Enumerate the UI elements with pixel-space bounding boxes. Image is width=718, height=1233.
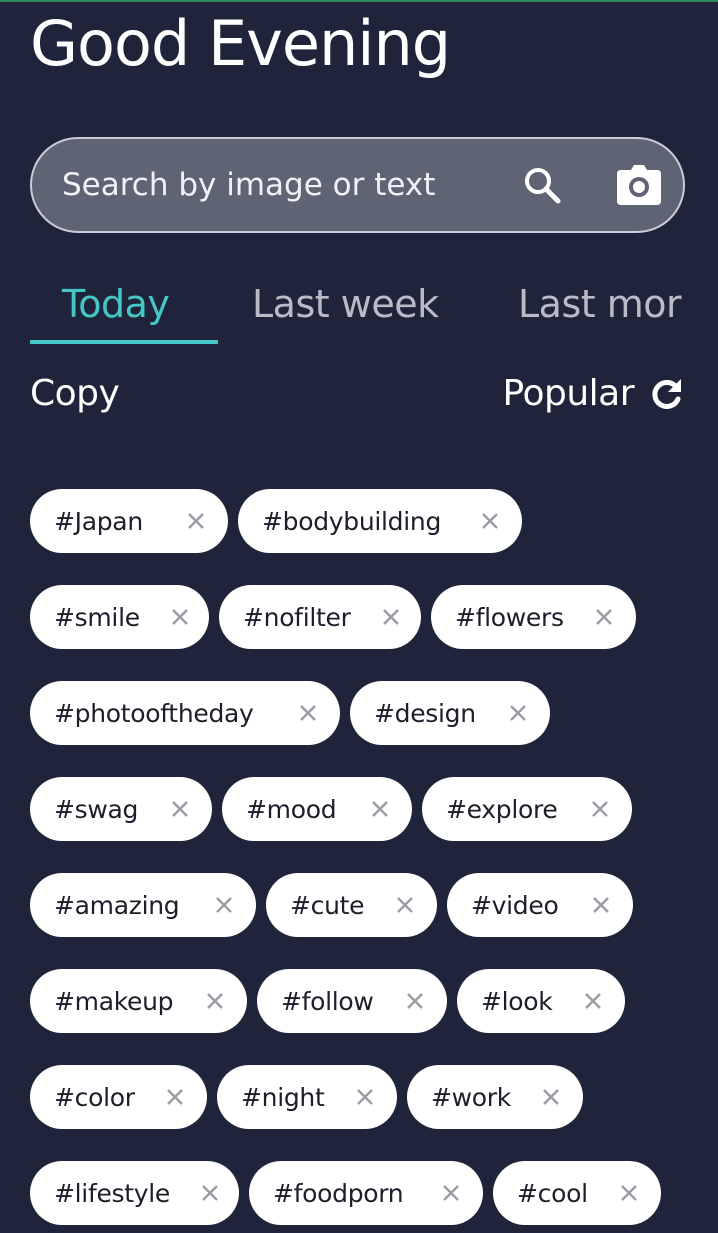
tag-label: #cute [290, 890, 365, 920]
tag-chip[interactable]: #look [457, 969, 625, 1033]
close-icon[interactable] [165, 1087, 185, 1107]
close-icon[interactable] [205, 991, 225, 1011]
tag-label: #design [374, 698, 476, 728]
tag-label: #night [241, 1082, 325, 1112]
tag-chip[interactable]: #design [350, 681, 550, 745]
tag-row: #smile #nofilter #flowers [30, 585, 700, 649]
active-tab-indicator [30, 340, 218, 344]
tag-label: #bodybuilding [262, 506, 442, 536]
tag-chip[interactable]: #cool [493, 1161, 661, 1225]
tag-label: #video [471, 890, 559, 920]
tag-chip[interactable]: #night [217, 1065, 397, 1129]
popular-refresh-button[interactable]: Popular [503, 373, 684, 414]
tag-chip[interactable]: #mood [222, 777, 412, 841]
tab-last-month[interactable]: Last mor [518, 282, 682, 326]
tag-chip[interactable]: #video [447, 873, 633, 937]
tag-chip[interactable]: #bodybuilding [238, 489, 522, 553]
close-icon[interactable] [583, 991, 603, 1011]
close-icon[interactable] [214, 895, 234, 915]
tab-last-week[interactable]: Last week [252, 282, 439, 326]
tag-row: #photooftheday #design [30, 681, 700, 745]
close-icon[interactable] [541, 1087, 561, 1107]
search-icon[interactable] [522, 165, 562, 205]
tag-label: #follow [281, 986, 374, 1016]
close-icon[interactable] [405, 991, 425, 1011]
tag-row: #Japan #bodybuilding [30, 489, 700, 553]
tag-row: #amazing #cute #video [30, 873, 700, 937]
close-icon[interactable] [170, 799, 190, 819]
hashtag-list: #Japan #bodybuilding #smile #nofilter #f… [30, 489, 700, 1233]
close-icon[interactable] [370, 799, 390, 819]
tag-chip[interactable]: #smile [30, 585, 209, 649]
tag-label: #photooftheday [54, 698, 254, 728]
search-input[interactable] [62, 139, 502, 231]
close-icon[interactable] [298, 703, 318, 723]
top-accent-line [0, 0, 718, 2]
close-icon[interactable] [200, 1183, 220, 1203]
tag-label: #swag [54, 794, 139, 824]
tag-label: #nofilter [243, 602, 351, 632]
tag-chip[interactable]: #nofilter [219, 585, 421, 649]
tag-label: #amazing [54, 890, 180, 920]
copy-button[interactable]: Copy [30, 373, 120, 414]
close-icon[interactable] [591, 895, 611, 915]
close-icon[interactable] [381, 607, 401, 627]
tag-label: #color [54, 1082, 135, 1112]
tag-label: #Japan [54, 506, 143, 536]
close-icon[interactable] [480, 511, 500, 531]
tag-label: #look [481, 986, 553, 1016]
tag-row: #makeup #follow #look [30, 969, 700, 1033]
tag-chip[interactable]: #explore [422, 777, 632, 841]
tag-chip[interactable]: #work [407, 1065, 583, 1129]
tag-chip[interactable]: #lifestyle [30, 1161, 239, 1225]
close-icon[interactable] [355, 1087, 375, 1107]
tag-label: #flowers [455, 602, 564, 632]
tag-chip[interactable]: #color [30, 1065, 207, 1129]
close-icon[interactable] [619, 1183, 639, 1203]
tag-label: #lifestyle [54, 1178, 170, 1208]
close-icon[interactable] [594, 607, 614, 627]
close-icon[interactable] [186, 511, 206, 531]
search-bar [30, 137, 685, 233]
refresh-icon [650, 377, 684, 411]
tag-label: #cool [517, 1178, 588, 1208]
tag-label: #mood [246, 794, 337, 824]
tag-label: #foodporn [273, 1178, 404, 1208]
page-title: Good Evening [30, 7, 451, 80]
tag-label: #smile [54, 602, 140, 632]
tag-chip[interactable]: #cute [266, 873, 437, 937]
tag-chip[interactable]: #amazing [30, 873, 256, 937]
tag-row: #color #night #work [30, 1065, 700, 1129]
tag-chip[interactable]: #swag [30, 777, 212, 841]
tag-chip[interactable]: #Japan [30, 489, 228, 553]
tag-chip[interactable]: #makeup [30, 969, 247, 1033]
tag-label: #work [431, 1082, 511, 1112]
close-icon[interactable] [395, 895, 415, 915]
camera-icon[interactable] [616, 164, 662, 206]
tab-today[interactable]: Today [62, 282, 170, 326]
tag-row: #lifestyle #foodporn #cool [30, 1161, 700, 1225]
close-icon[interactable] [508, 703, 528, 723]
tag-row: #swag #mood #explore [30, 777, 700, 841]
tag-chip[interactable]: #foodporn [249, 1161, 483, 1225]
time-range-tabs: Today Last week Last mor [0, 272, 718, 352]
close-icon[interactable] [170, 607, 190, 627]
popular-label: Popular [502, 373, 635, 414]
tag-chip[interactable]: #photooftheday [30, 681, 340, 745]
close-icon[interactable] [441, 1183, 461, 1203]
tag-chip[interactable]: #flowers [431, 585, 636, 649]
close-icon[interactable] [590, 799, 610, 819]
tag-chip[interactable]: #follow [257, 969, 447, 1033]
tag-label: #makeup [54, 986, 174, 1016]
tag-label: #explore [446, 794, 558, 824]
